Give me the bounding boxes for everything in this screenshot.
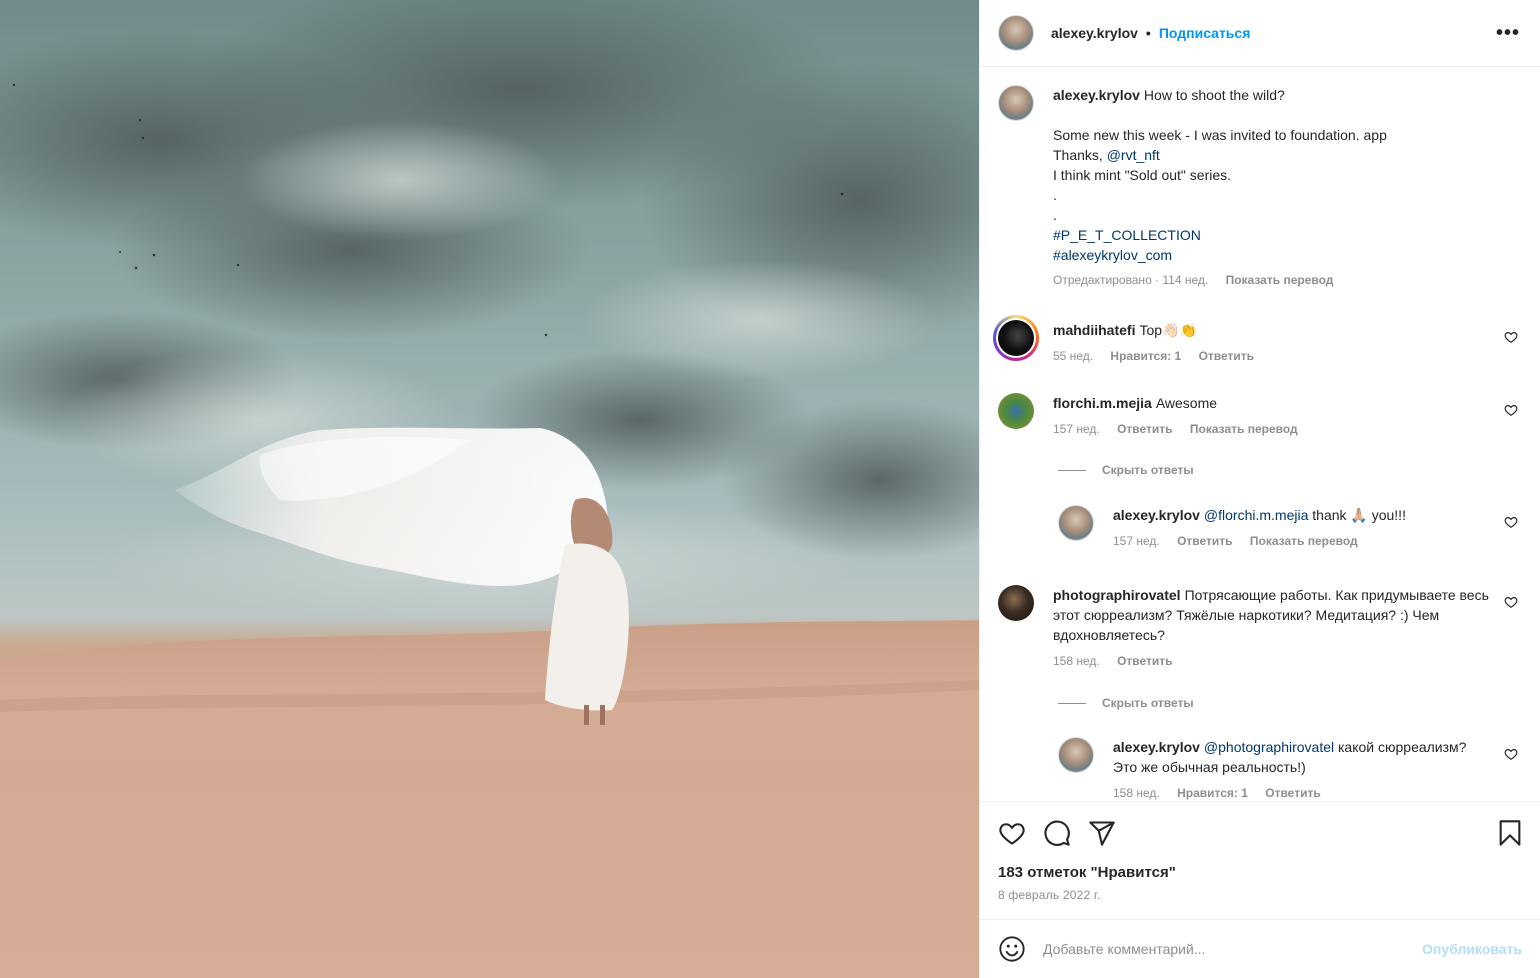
comment-body: photographirovatel Потрясающие работы. Ка… xyxy=(1053,585,1498,669)
comment-body: mahdiihatefi Top👋🏻👏 55 нед. Нравится: 1 О… xyxy=(1053,320,1268,364)
separator-dot: • xyxy=(1145,25,1151,41)
mention-link[interactable]: @rvt_nft xyxy=(1107,147,1160,163)
caption-thanks: Thanks, xyxy=(1053,147,1107,163)
comment-text: Awesome xyxy=(1155,395,1218,411)
mention-link[interactable]: @florchi.m.mejia xyxy=(1204,507,1308,523)
caption-dot: . xyxy=(1053,187,1057,203)
reply-body: alexey.krylov @photographirovatel какой с… xyxy=(1113,737,1473,801)
hide-replies-button[interactable]: Скрыть ответы xyxy=(1058,463,1194,477)
caption-username[interactable]: alexey.krylov xyxy=(1053,87,1140,103)
caption-line: Some new this week - I was invited to fo… xyxy=(1053,127,1387,143)
caption-line: I think mint "Sold out" series. xyxy=(1053,167,1232,183)
reply-meta: 158 нед. Нравится: 1 Ответить xyxy=(1113,785,1473,801)
comment-text: Top👋🏻👏 xyxy=(1139,322,1197,338)
author-avatar[interactable] xyxy=(998,85,1034,121)
comment-body: florchi.m.mejia Awesome 157 нед. Ответить… xyxy=(1053,393,1312,437)
hide-replies-label: Скрыть ответы xyxy=(1102,696,1194,710)
caption-dot: . xyxy=(1053,207,1057,223)
post-photo[interactable] xyxy=(0,0,979,978)
post-actions: 183 отметок "Нравится" 8 февраль 2022 г. xyxy=(980,801,1540,919)
post-date[interactable]: 8 февраль 2022 г. xyxy=(998,888,1101,902)
heart-icon[interactable] xyxy=(998,819,1026,847)
reply-time[interactable]: 158 нед. xyxy=(1113,786,1160,800)
caption-meta: Отредактировано · 114 нед. Показать пере… xyxy=(1053,272,1387,288)
reply-meta: 157 нед. Ответить Показать перевод xyxy=(1113,533,1406,549)
reply-body: alexey.krylov @florchi.m.mejia thank 🙏🏼 y… xyxy=(1113,505,1406,549)
bookmark-icon[interactable] xyxy=(1496,819,1524,847)
comments-list[interactable]: alexey.krylov How to shoot the wild? Some… xyxy=(980,67,1540,801)
show-translation-link[interactable]: Показать перевод xyxy=(1250,534,1358,548)
comment-time[interactable]: 157 нед. xyxy=(1053,422,1100,436)
heart-icon[interactable] xyxy=(1504,330,1518,344)
replies-line xyxy=(1058,702,1086,704)
reply-button[interactable]: Ответить xyxy=(1117,654,1172,668)
comment-time[interactable]: 55 нед. xyxy=(1053,349,1093,363)
comment-item: mahdiihatefi Top👋🏻👏 55 нед. Нравится: 1 О… xyxy=(993,315,1528,364)
reply-text: thank 🙏🏼 you!!! xyxy=(1308,507,1406,523)
emoji-icon[interactable] xyxy=(998,935,1026,963)
post-header: alexey.krylov • Подписаться ••• xyxy=(980,0,1540,67)
caption-title: How to shoot the wild? xyxy=(1143,87,1285,103)
heart-icon[interactable] xyxy=(1504,747,1518,761)
comment-meta: 158 нед. Ответить xyxy=(1053,653,1498,669)
comment-time[interactable]: 158 нед. xyxy=(1053,654,1100,668)
heart-icon[interactable] xyxy=(1504,515,1518,529)
reply-item: alexey.krylov @photographirovatel какой с… xyxy=(1058,737,1528,801)
replies-line xyxy=(1058,469,1086,471)
heart-icon[interactable] xyxy=(1504,403,1518,417)
heart-icon[interactable] xyxy=(1504,595,1518,609)
post-sidebar: alexey.krylov • Подписаться ••• alexey.k… xyxy=(979,0,1540,978)
comment-username[interactable]: photographirovatel xyxy=(1053,587,1181,603)
publish-button[interactable]: Опубликовать xyxy=(1422,941,1522,957)
reply-time[interactable]: 157 нед. xyxy=(1113,534,1160,548)
commenter-avatar[interactable] xyxy=(998,393,1034,429)
post-dialog: alexey.krylov • Подписаться ••• alexey.k… xyxy=(0,0,1540,978)
comment-username[interactable]: florchi.m.mejia xyxy=(1053,395,1152,411)
commenter-avatar[interactable] xyxy=(998,585,1034,621)
hashtag-link[interactable]: #P_E_T_COLLECTION xyxy=(1053,225,1387,245)
reply-username[interactable]: alexey.krylov xyxy=(1113,507,1200,523)
comment-item: photographirovatel Потрясающие работы. Ка… xyxy=(998,585,1528,669)
hashtag-link[interactable]: #alexeykrylov_com xyxy=(1053,245,1387,265)
hide-replies-label: Скрыть ответы xyxy=(1102,463,1194,477)
comment-item: florchi.m.mejia Awesome 157 нед. Ответить… xyxy=(998,393,1528,437)
replier-avatar[interactable] xyxy=(1058,505,1094,541)
comment-likes[interactable]: Нравится: 1 xyxy=(1110,349,1181,363)
add-comment-bar: Опубликовать xyxy=(980,919,1540,978)
comment-input[interactable] xyxy=(1043,941,1403,957)
reply-likes[interactable]: Нравится: 1 xyxy=(1177,786,1248,800)
more-icon[interactable]: ••• xyxy=(1496,22,1520,45)
comment-icon[interactable] xyxy=(1043,819,1071,847)
reply-button[interactable]: Ответить xyxy=(1265,786,1320,800)
commenter-avatar[interactable] xyxy=(993,315,1039,361)
caption: alexey.krylov How to shoot the wild? Some… xyxy=(998,85,1528,288)
likes-count[interactable]: 183 отметок "Нравится" xyxy=(998,864,1176,881)
comment-meta: 157 нед. Ответить Показать перевод xyxy=(1053,421,1312,437)
comment-meta: 55 нед. Нравится: 1 Ответить xyxy=(1053,348,1268,364)
reply-button[interactable]: Ответить xyxy=(1177,534,1232,548)
replier-avatar[interactable] xyxy=(1058,737,1094,773)
show-translation-link[interactable]: Показать перевод xyxy=(1190,422,1298,436)
hide-replies-button[interactable]: Скрыть ответы xyxy=(1058,696,1194,710)
caption-body: alexey.krylov How to shoot the wild? Some… xyxy=(1053,85,1387,288)
reply-username[interactable]: alexey.krylov xyxy=(1113,739,1200,755)
comment-username[interactable]: mahdiihatefi xyxy=(1053,322,1135,338)
show-translation-link[interactable]: Показать перевод xyxy=(1226,273,1334,287)
reply-item: alexey.krylov @florchi.m.mejia thank 🙏🏼 y… xyxy=(1058,505,1528,549)
photo-scene xyxy=(0,0,979,978)
edited-label: Отредактировано · 114 нед. xyxy=(1053,273,1209,287)
share-icon[interactable] xyxy=(1088,819,1116,847)
reply-button[interactable]: Ответить xyxy=(1117,422,1172,436)
author-username[interactable]: alexey.krylov xyxy=(1051,25,1138,41)
author-avatar[interactable] xyxy=(998,15,1034,51)
mention-link[interactable]: @photographirovatel xyxy=(1204,739,1334,755)
follow-button[interactable]: Подписаться xyxy=(1159,25,1251,41)
reply-button[interactable]: Ответить xyxy=(1199,349,1254,363)
